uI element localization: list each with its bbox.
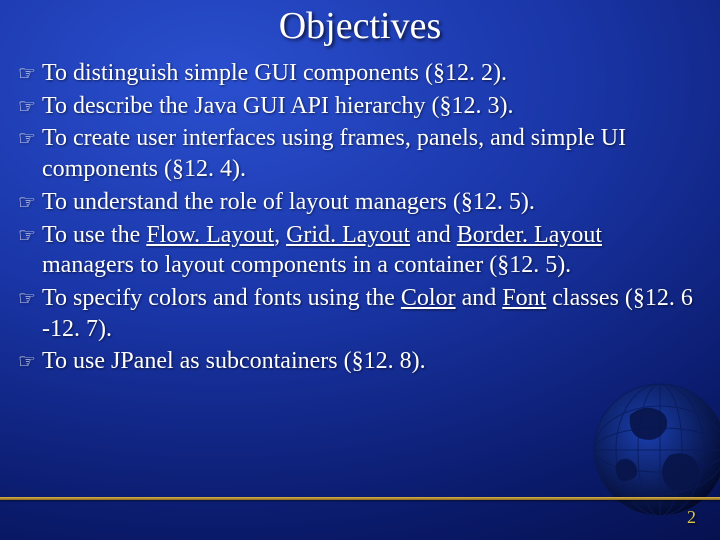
underlined-term: Grid. Layout	[286, 222, 410, 248]
bullet-icon: ☞	[18, 220, 42, 250]
bullet-icon: ☞	[18, 283, 42, 313]
bullet-list: ☞To distinguish simple GUI components (§…	[18, 58, 698, 379]
bullet-icon: ☞	[18, 91, 42, 121]
page-number: 2	[687, 507, 696, 528]
slide: Objectives ☞To distinguish simple GUI co…	[0, 0, 720, 540]
underlined-term: Flow. Layout	[146, 222, 274, 248]
list-item: ☞To use JPanel as subcontainers (§12. 8)…	[18, 346, 698, 377]
list-item-text: To understand the role of layout manager…	[42, 187, 698, 218]
list-item-text: To describe the Java GUI API hierarchy (…	[42, 91, 698, 122]
bullet-icon: ☞	[18, 123, 42, 153]
bullet-icon: ☞	[18, 58, 42, 88]
list-item-text: To specify colors and fonts using the Co…	[42, 283, 698, 344]
list-item-text: To use the Flow. Layout, Grid. Layout an…	[42, 220, 698, 281]
list-item-text: To use JPanel as subcontainers (§12. 8).	[42, 346, 698, 377]
list-item-text: To create user interfaces using frames, …	[42, 123, 698, 184]
list-item: ☞ To describe the Java GUI API hierarchy…	[18, 91, 698, 122]
underlined-term: Border. Layout	[457, 222, 602, 248]
divider	[0, 497, 720, 500]
underlined-term: Color	[401, 285, 456, 311]
bullet-icon: ☞	[18, 187, 42, 217]
list-item: ☞To distinguish simple GUI components (§…	[18, 58, 698, 89]
underlined-term: Font	[502, 285, 546, 311]
list-item: ☞To specify colors and fonts using the C…	[18, 283, 698, 344]
list-item: ☞To understand the role of layout manage…	[18, 187, 698, 218]
page-title: Objectives	[0, 4, 720, 48]
list-item: ☞To create user interfaces using frames,…	[18, 123, 698, 184]
list-item-text: To distinguish simple GUI components (§1…	[42, 58, 698, 89]
globe-icon	[570, 360, 720, 520]
bullet-icon: ☞	[18, 346, 42, 376]
list-item: ☞To use the Flow. Layout, Grid. Layout a…	[18, 220, 698, 281]
